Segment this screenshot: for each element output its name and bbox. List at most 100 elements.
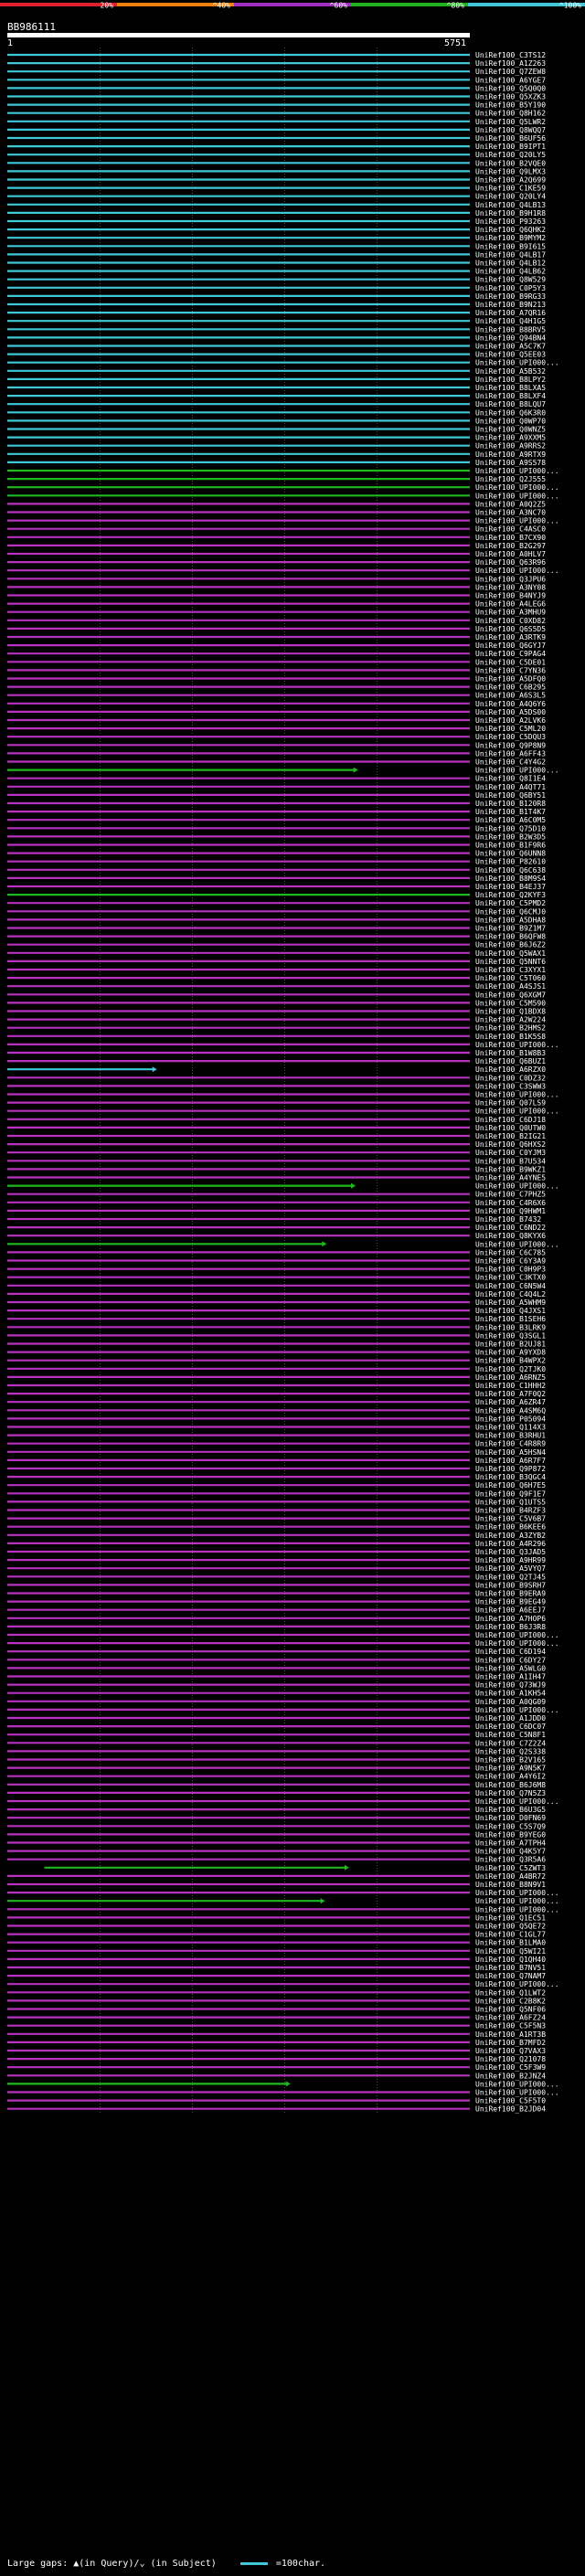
hit-label-200[interactable]: UniRef100_UPI000... <box>475 1706 559 1714</box>
hit-label-124[interactable]: UniRef100_C0DZ32 <box>475 1074 546 1082</box>
hit-label-57[interactable]: UniRef100_UPI000... <box>475 517 559 525</box>
hit-label-174[interactable]: UniRef100_Q9F1E7 <box>475 1489 546 1498</box>
hit-label-22[interactable]: UniRef100_Q6QHK2 <box>475 226 546 234</box>
hit-label-212[interactable]: UniRef100_B6U3G5 <box>475 1806 546 1814</box>
hit-label-130[interactable]: UniRef100_Q0UTW0 <box>475 1124 546 1132</box>
hit-label-21[interactable]: UniRef100_P93263 <box>475 217 546 226</box>
hit-label-170[interactable]: UniRef100_A6R7F7 <box>475 1457 546 1465</box>
hit-label-92[interactable]: UniRef100_B1T4K7 <box>475 808 546 816</box>
hit-label-103[interactable]: UniRef100_C5PMD2 <box>475 899 546 907</box>
hit-label-163[interactable]: UniRef100_A6ZR47 <box>475 1398 546 1406</box>
hit-label-86[interactable]: UniRef100_C4Y4G2 <box>475 758 546 767</box>
hit-label-106[interactable]: UniRef100_B9Z1M7 <box>475 925 546 933</box>
hit-label-59[interactable]: UniRef100_B7CX90 <box>475 534 546 542</box>
hit-label-63[interactable]: UniRef100_UPI000... <box>475 567 559 575</box>
hit-label-105[interactable]: UniRef100_A5DHA8 <box>475 916 546 924</box>
hit-label-56[interactable]: UniRef100_A3NC70 <box>475 509 546 517</box>
hit-label-101[interactable]: UniRef100_B4EJ37 <box>475 883 546 891</box>
hit-label-74[interactable]: UniRef100_C5DE01 <box>475 658 546 666</box>
hit-label-20[interactable]: UniRef100_B9H1R8 <box>475 209 546 217</box>
hit-label-91[interactable]: UniRef100_B120R8 <box>475 800 546 808</box>
hit-label-160[interactable]: UniRef100_A6RNZ5 <box>475 1373 546 1382</box>
hit-label-237[interactable]: UniRef100_A6FZ24 <box>475 2014 546 2022</box>
hit-label-131[interactable]: UniRef100_B2IG21 <box>475 1132 546 1140</box>
hit-label-25[interactable]: UniRef100_Q4LB17 <box>475 250 546 259</box>
hit-label-8[interactable]: UniRef100_Q8H162 <box>475 110 546 118</box>
hit-label-140[interactable]: UniRef100_Q9HWM1 <box>475 1207 546 1215</box>
hit-label-227[interactable]: UniRef100_C1GL77 <box>475 1931 546 1939</box>
hit-label-95[interactable]: UniRef100_B2W3D5 <box>475 832 546 841</box>
hit-label-80[interactable]: UniRef100_A5DS00 <box>475 708 546 716</box>
hit-label-62[interactable]: UniRef100_Q63R96 <box>475 558 546 567</box>
hit-label-229[interactable]: UniRef100_Q5WI21 <box>475 1947 546 1956</box>
hit-label-48[interactable]: UniRef100_A9RRS2 <box>475 442 546 451</box>
hit-label-176[interactable]: UniRef100_B4RZF3 <box>475 1507 546 1515</box>
hit-label-248[interactable]: UniRef100_B2JD04 <box>475 2105 546 2114</box>
hit-label-23[interactable]: UniRef100_B9MYM2 <box>475 234 546 242</box>
hit-label-139[interactable]: UniRef100_C4R6X6 <box>475 1199 546 1207</box>
hit-label-242[interactable]: UniRef100_Q21078 <box>475 2055 546 2063</box>
hit-label-222[interactable]: UniRef100_UPI000... <box>475 1889 559 1897</box>
hit-label-228[interactable]: UniRef100_B1LMA0 <box>475 1939 546 1947</box>
hit-label-247[interactable]: UniRef100_C5F5T0 <box>475 2097 546 2105</box>
hit-label-37[interactable]: UniRef100_Q5EE03 <box>475 351 546 359</box>
hit-label-209[interactable]: UniRef100_B6J6M8 <box>475 1781 546 1789</box>
hit-label-235[interactable]: UniRef100_C2B8K2 <box>475 1997 546 2005</box>
hit-label-241[interactable]: UniRef100_Q7VAX3 <box>475 2047 546 2055</box>
hit-label-155[interactable]: UniRef100_Q3SGL1 <box>475 1331 546 1340</box>
hit-label-198[interactable]: UniRef100_A1KH54 <box>475 1690 546 1698</box>
hit-label-226[interactable]: UniRef100_Q5QE72 <box>475 1923 546 1931</box>
hit-label-61[interactable]: UniRef100_A0HLV7 <box>475 550 546 558</box>
hit-label-121[interactable]: UniRef100_B1W8B3 <box>475 1049 546 1057</box>
hit-label-24[interactable]: UniRef100_B9I615 <box>475 242 546 250</box>
hit-label-87[interactable]: UniRef100_UPI000... <box>475 767 559 775</box>
hit-label-154[interactable]: UniRef100_B3LRK9 <box>475 1323 546 1331</box>
hit-label-207[interactable]: UniRef100_A9N5K7 <box>475 1765 546 1773</box>
hit-label-192[interactable]: UniRef100_UPI000... <box>475 1639 559 1648</box>
hit-label-14[interactable]: UniRef100_B2VQE0 <box>475 159 546 167</box>
hit-label-144[interactable]: UniRef100_UPI000... <box>475 1240 559 1248</box>
hit-label-186[interactable]: UniRef100_B9ERA9 <box>475 1590 546 1598</box>
hit-label-31[interactable]: UniRef100_B9N213 <box>475 301 546 309</box>
hit-label-67[interactable]: UniRef100_A4LEG6 <box>475 600 546 609</box>
hit-label-128[interactable]: UniRef100_UPI000... <box>475 1108 559 1116</box>
hit-label-196[interactable]: UniRef100_A1IH47 <box>475 1673 546 1681</box>
hit-label-149[interactable]: UniRef100_C6N5W4 <box>475 1282 546 1290</box>
hit-label-55[interactable]: UniRef100_A0Q2Z5 <box>475 500 546 508</box>
hit-label-111[interactable]: UniRef100_C3XYX1 <box>475 966 546 974</box>
hit-label-15[interactable]: UniRef100_Q9LMX3 <box>475 167 546 175</box>
hit-label-171[interactable]: UniRef100_Q9P872 <box>475 1465 546 1473</box>
hit-label-189[interactable]: UniRef100_A7HOP6 <box>475 1615 546 1623</box>
hit-label-199[interactable]: UniRef100_A0QG09 <box>475 1698 546 1706</box>
hit-label-104[interactable]: UniRef100_Q6CMJ0 <box>475 907 546 916</box>
hit-label-126[interactable]: UniRef100_UPI000... <box>475 1091 559 1099</box>
hit-label-125[interactable]: UniRef100_C3SWW3 <box>475 1082 546 1090</box>
hit-label-244[interactable]: UniRef100_B2JNZ4 <box>475 2072 546 2080</box>
hit-label-220[interactable]: UniRef100_A4BR72 <box>475 1872 546 1881</box>
hit-label-165[interactable]: UniRef100_P05094 <box>475 1415 546 1423</box>
hit-label-234[interactable]: UniRef100_Q1LWT2 <box>475 1988 546 1997</box>
hit-label-232[interactable]: UniRef100_Q7NAM7 <box>475 1972 546 1980</box>
hit-label-46[interactable]: UniRef100_Q0WNZ5 <box>475 426 546 434</box>
hit-label-245[interactable]: UniRef100_UPI000... <box>475 2080 559 2088</box>
hit-label-100[interactable]: UniRef100_B8M9S4 <box>475 875 546 883</box>
hit-label-183[interactable]: UniRef100_A5VYQ7 <box>475 1564 546 1573</box>
hit-label-167[interactable]: UniRef100_B3RHU1 <box>475 1432 546 1440</box>
hit-label-113[interactable]: UniRef100_A4SJS1 <box>475 982 546 991</box>
hit-label-12[interactable]: UniRef100_B9IPT1 <box>475 143 546 151</box>
hit-label-82[interactable]: UniRef100_C5ML20 <box>475 725 546 733</box>
hit-label-240[interactable]: UniRef100_B7MFD2 <box>475 2039 546 2047</box>
hit-label-218[interactable]: UniRef100_Q3R5A6 <box>475 1856 546 1864</box>
hit-label-152[interactable]: UniRef100_Q4JXS1 <box>475 1307 546 1315</box>
hit-label-43[interactable]: UniRef100_B8LQU7 <box>475 400 546 408</box>
hit-label-10[interactable]: UniRef100_Q8WQQ7 <box>475 126 546 134</box>
hit-label-182[interactable]: UniRef100_A9HR99 <box>475 1556 546 1564</box>
hit-label-238[interactable]: UniRef100_C5F5N3 <box>475 2022 546 2030</box>
hit-label-135[interactable]: UniRef100_B9WKZ1 <box>475 1165 546 1173</box>
hit-label-53[interactable]: UniRef100_UPI000... <box>475 483 559 492</box>
hit-label-26[interactable]: UniRef100_Q4LB12 <box>475 260 546 268</box>
hit-label-71[interactable]: UniRef100_A3RTK9 <box>475 633 546 641</box>
hit-label-223[interactable]: UniRef100_UPI000... <box>475 1897 559 1905</box>
hit-label-3[interactable]: UniRef100_Q7ZEW8 <box>475 68 546 76</box>
hit-label-85[interactable]: UniRef100_A6FF43 <box>475 749 546 758</box>
